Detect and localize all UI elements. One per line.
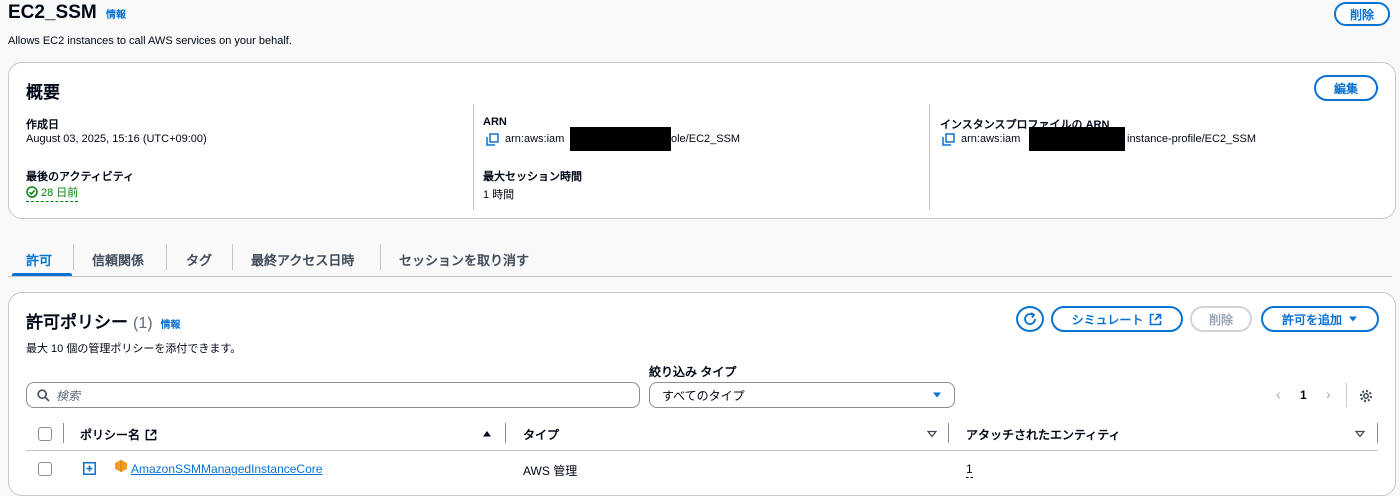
tab-separator — [73, 244, 74, 270]
policies-heading: 許可ポリシー (1) 情報 — [26, 308, 181, 333]
aws-managed-policy-icon — [114, 459, 128, 476]
arn-label: ARN — [483, 116, 507, 128]
tabs-divider — [8, 276, 1392, 277]
type-filter-value: すべてのタイプ — [662, 388, 745, 403]
sort-icon[interactable] — [926, 428, 938, 442]
policies-title: 許可ポリシー — [26, 313, 128, 332]
select-all-checkbox[interactable] — [38, 427, 52, 441]
detach-policy-button[interactable]: 削除 — [1190, 306, 1252, 332]
filter-type-label: 絞り込み タイプ — [649, 365, 737, 379]
tab-separator — [166, 244, 167, 270]
created-value: August 03, 2025, 15:16 (UTC+09:00) — [26, 133, 207, 145]
policy-name-link[interactable]: AmazonSSMManagedInstanceCore — [131, 462, 322, 476]
column-separator — [1377, 423, 1378, 443]
tab-permissions[interactable]: 許可 — [26, 250, 52, 269]
tab-separator — [232, 244, 233, 270]
summary-divider-2 — [929, 104, 930, 210]
instance-profile-redaction — [1029, 127, 1125, 151]
last-activity-value[interactable]: 28 日前 — [26, 184, 79, 202]
row-checkbox[interactable] — [38, 462, 52, 476]
arn-redaction — [570, 127, 671, 151]
page-title: EC2_SSM 情報 — [8, 2, 126, 24]
search-placeholder: 検索 — [56, 388, 81, 403]
type-filter-select[interactable]: すべてのタイプ — [649, 382, 955, 408]
attached-entities-count[interactable]: 1 — [966, 462, 973, 478]
prev-page-button[interactable]: ‹ — [1276, 386, 1281, 402]
add-permissions-button[interactable]: 許可を追加 — [1261, 306, 1379, 332]
delete-role-button[interactable]: 削除 — [1334, 2, 1390, 26]
column-separator — [63, 423, 64, 443]
refresh-button[interactable] — [1016, 306, 1044, 332]
last-activity-text: 28 日前 — [41, 187, 79, 199]
edit-button[interactable]: 編集 — [1314, 75, 1378, 101]
caret-down-icon — [1349, 316, 1357, 322]
delete-role-label: 削除 — [1349, 7, 1374, 22]
table-header-rule — [26, 450, 1378, 451]
column-attached-entities[interactable]: アタッチされたエンティティ — [966, 426, 1121, 443]
external-link-icon — [145, 429, 157, 440]
tab-tags[interactable]: タグ — [186, 250, 212, 269]
sort-icon[interactable] — [1354, 428, 1366, 442]
policies-count: (1) — [133, 315, 153, 332]
detach-label: 削除 — [1208, 312, 1233, 327]
expand-row-icon[interactable] — [83, 462, 96, 478]
created-label: 作成日 — [26, 119, 59, 131]
next-page-button[interactable]: › — [1326, 386, 1331, 402]
tab-last-accessed[interactable]: 最終アクセス日時 — [251, 250, 354, 269]
external-link-icon — [1150, 313, 1162, 325]
column-type[interactable]: タイプ — [523, 426, 559, 443]
last-activity-label: 最後のアクティビティ — [26, 171, 135, 183]
policy-type: AWS 管理 — [523, 464, 578, 478]
success-check-icon — [26, 186, 38, 198]
summary-heading: 概要 — [26, 83, 60, 102]
tab-separator — [380, 244, 381, 270]
pagination-divider — [1346, 383, 1347, 407]
search-input[interactable]: 検索 — [26, 382, 640, 408]
tab-trust-relationships[interactable]: 信頼関係 — [92, 250, 144, 269]
policies-subtitle: 最大 10 個の管理ポリシーを添付できます。 — [26, 343, 242, 355]
instance-profile-prefix: arn:aws:iam — [961, 133, 1021, 145]
instance-profile-suffix: instance-profile/EC2_SSM — [1127, 133, 1257, 145]
column-separator — [505, 423, 506, 443]
simulate-label: シミュレート — [1071, 312, 1144, 327]
edit-label: 編集 — [1333, 81, 1358, 96]
caret-down-icon — [933, 392, 941, 398]
column-separator — [948, 423, 949, 443]
instance-profile-copy-icon[interactable] — [942, 133, 955, 149]
tab-revoke-sessions[interactable]: セッションを取り消す — [399, 250, 529, 269]
refresh-icon — [1024, 312, 1036, 325]
max-session-value: 1 時間 — [483, 189, 515, 201]
column-policy-name[interactable]: ポリシー名 — [80, 426, 157, 443]
summary-divider-1 — [473, 104, 474, 210]
arn-prefix: arn:aws:iam — [505, 133, 565, 145]
role-name: EC2_SSM — [8, 2, 97, 23]
simulate-button[interactable]: シミュレート — [1051, 306, 1183, 332]
page-number[interactable]: 1 — [1300, 388, 1307, 402]
arn-suffix: ole/EC2_SSM — [671, 133, 741, 145]
policies-info-link[interactable]: 情報 — [161, 316, 181, 331]
search-icon — [37, 388, 50, 402]
add-permissions-label: 許可を追加 — [1281, 312, 1342, 327]
settings-gear-icon[interactable] — [1359, 389, 1373, 406]
info-link[interactable]: 情報 — [106, 10, 126, 21]
arn-copy-icon[interactable] — [486, 133, 499, 149]
sort-ascending-icon[interactable] — [482, 428, 492, 442]
column-policy-name-label: ポリシー名 — [80, 428, 141, 442]
role-description: Allows EC2 instances to call AWS service… — [8, 35, 292, 47]
max-session-label: 最大セッション時間 — [483, 171, 582, 183]
